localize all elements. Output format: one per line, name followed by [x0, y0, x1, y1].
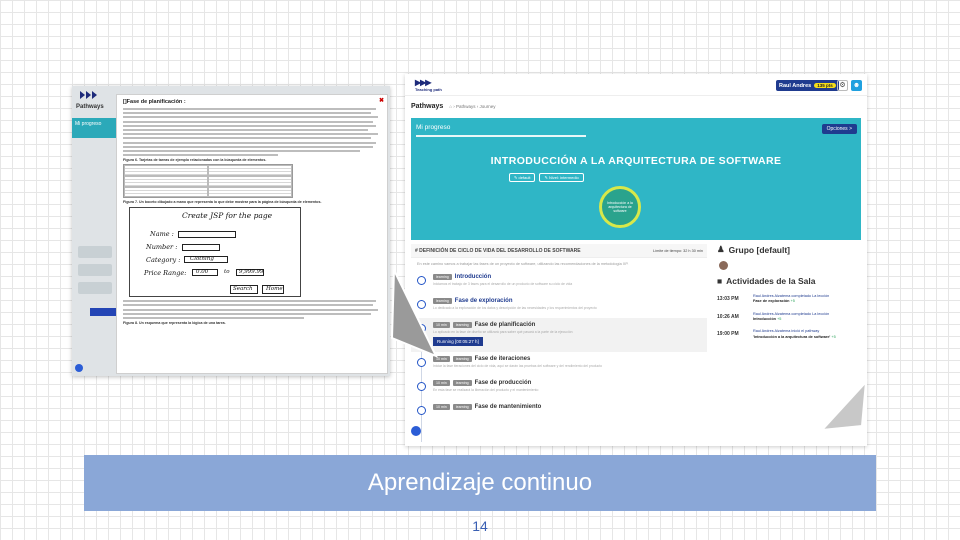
slide-banner: Aprendizaje continuo: [84, 455, 876, 511]
page-number: 14: [472, 518, 488, 534]
banner-text: Aprendizaje continuo: [367, 469, 593, 496]
callout-pointer-right: [819, 379, 868, 432]
callout-pointer-left: [390, 269, 439, 358]
